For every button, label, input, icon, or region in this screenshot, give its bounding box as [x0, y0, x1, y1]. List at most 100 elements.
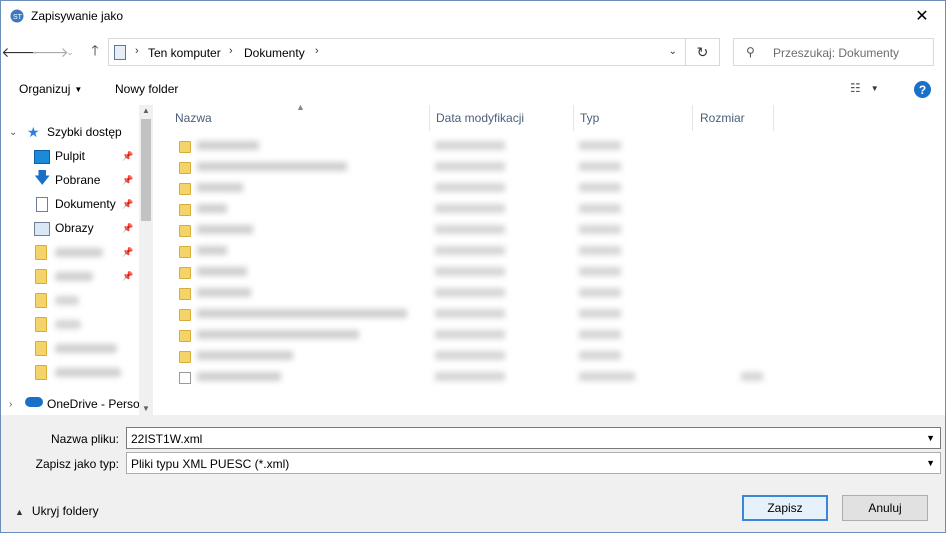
column-divider[interactable] — [573, 105, 574, 131]
list-item[interactable] — [175, 284, 775, 305]
list-item[interactable] — [175, 137, 775, 158]
nav-desktop[interactable]: Pulpit 📌 — [1, 145, 139, 167]
forward-button[interactable]: 🡒 — [31, 41, 69, 63]
breadcrumb-documents[interactable]: Dokumenty — [244, 46, 305, 60]
list-item[interactable] — [175, 221, 775, 242]
blurred-type — [579, 267, 621, 276]
column-divider[interactable] — [429, 105, 430, 131]
navigation-pane[interactable]: ⌄ ★ Szybki dostęp Pulpit 📌 🡇 Pobrane 📌 D… — [1, 105, 153, 415]
list-item[interactable] — [175, 347, 775, 368]
column-divider[interactable] — [692, 105, 693, 131]
chevron-right-icon[interactable]: › — [315, 45, 319, 57]
nav-folder[interactable]: 📌 — [1, 265, 139, 287]
blurred-name — [197, 183, 243, 192]
recent-locations-button[interactable]: ⌄ — [63, 41, 77, 63]
save-button[interactable]: Zapisz — [742, 495, 828, 521]
column-header-type[interactable]: Typ — [580, 105, 599, 131]
close-icon: ✕ — [915, 8, 929, 25]
folder-icon — [179, 141, 191, 153]
folder-icon — [179, 351, 191, 363]
address-bar[interactable]: › Ten komputer › Dokumenty › ⌄ — [108, 38, 686, 66]
nav-onedrive[interactable]: › OneDrive - Perso — [1, 393, 140, 415]
nav-folder[interactable] — [1, 337, 139, 359]
scroll-up-icon[interactable]: ▲ — [142, 106, 150, 115]
download-icon: 🡇 — [34, 170, 51, 187]
address-history-dropdown[interactable]: ⌄ — [669, 46, 677, 57]
column-header-date[interactable]: Data modyfikacji — [436, 105, 524, 131]
column-header-size[interactable]: Rozmiar — [700, 105, 745, 131]
blurred-name — [197, 351, 293, 360]
hide-folders-button[interactable]: ▲ Ukryj foldery — [15, 504, 99, 518]
blurred-date — [435, 246, 505, 255]
details-view-icon: ☷ — [850, 81, 861, 95]
blurred-label — [55, 320, 81, 329]
filename-input[interactable]: 22IST1W.xml ▼ — [126, 427, 941, 449]
list-item[interactable] — [175, 305, 775, 326]
filetype-value: Pliki typu XML PUESC (*.xml) — [131, 457, 290, 471]
cancel-button[interactable]: Anuluj — [842, 495, 928, 521]
scrollbar-thumb[interactable] — [141, 119, 151, 221]
blurred-type — [579, 246, 621, 255]
blurred-size — [741, 372, 763, 381]
save-as-dialog: ST Zapisywanie jako ✕ 🡐 🡒 ⌄ 🡑 › Ten komp… — [0, 0, 946, 533]
nav-documents[interactable]: Dokumenty 📌 — [1, 193, 139, 215]
list-item[interactable] — [175, 368, 775, 389]
organize-button[interactable]: Organizuj ▼ — [19, 82, 82, 96]
blurred-date — [435, 183, 505, 192]
breadcrumb-this-pc[interactable]: Ten komputer — [148, 46, 221, 60]
folder-icon — [35, 245, 47, 260]
view-options-button[interactable]: ☷ ▼ — [850, 81, 879, 95]
new-folder-label: Nowy folder — [115, 82, 179, 96]
help-button[interactable]: ? — [914, 81, 931, 98]
list-item[interactable] — [175, 263, 775, 284]
column-divider[interactable] — [773, 105, 774, 131]
folder-icon — [179, 162, 191, 174]
blurred-name — [197, 330, 359, 339]
help-icon: ? — [918, 82, 927, 97]
filetype-select[interactable]: Pliki typu XML PUESC (*.xml) ▼ — [126, 452, 941, 474]
nav-quick-access[interactable]: ⌄ ★ Szybki dostęp — [1, 121, 139, 143]
blurred-date — [435, 330, 505, 339]
nav-item-label: Pobrane — [55, 173, 101, 187]
close-button[interactable]: ✕ — [899, 1, 945, 31]
caret-down-icon[interactable]: ▼ — [926, 458, 935, 468]
blurred-type — [579, 330, 621, 339]
nav-pictures[interactable]: Obrazy 📌 — [1, 217, 139, 239]
back-button[interactable]: 🡐 — [1, 41, 39, 63]
chevron-right-icon[interactable]: › — [9, 399, 12, 410]
blurred-name — [197, 141, 259, 150]
list-item[interactable] — [175, 326, 775, 347]
organize-label: Organizuj — [19, 82, 71, 96]
blurred-type — [579, 162, 621, 171]
list-item[interactable] — [175, 242, 775, 263]
nav-item-label: Dokumenty — [55, 197, 116, 211]
nav-folder[interactable] — [1, 313, 139, 335]
blurred-date — [435, 309, 505, 318]
pictures-icon — [34, 222, 50, 236]
nav-folder[interactable] — [1, 289, 139, 311]
caret-down-icon[interactable]: ▼ — [926, 433, 935, 443]
filetype-label: Zapisz jako typ: — [35, 457, 119, 471]
list-item[interactable] — [175, 179, 775, 200]
title-bar: ST Zapisywanie jako ✕ — [1, 1, 945, 31]
refresh-button[interactable]: ↻ — [686, 38, 720, 66]
blurred-label — [55, 272, 93, 281]
new-folder-button[interactable]: Nowy folder — [115, 82, 178, 96]
column-header-name[interactable]: Nazwa — [175, 105, 212, 131]
folder-icon — [179, 204, 191, 216]
blurred-name — [197, 204, 227, 213]
up-button[interactable]: 🡑 — [84, 41, 106, 63]
nav-folder[interactable]: 📌 — [1, 241, 139, 263]
list-item[interactable] — [175, 158, 775, 179]
blurred-type — [579, 351, 621, 360]
search-box[interactable]: ⚲ Przeszukaj: Dokumenty — [733, 38, 934, 66]
nav-folder[interactable] — [1, 361, 139, 383]
scroll-down-icon[interactable]: ▼ — [142, 404, 150, 413]
chevron-down-icon[interactable]: ⌄ — [9, 127, 17, 138]
folder-icon — [179, 246, 191, 258]
file-list[interactable]: ▲ Nazwa Data modyfikacji Typ Rozmiar — [153, 102, 945, 415]
caret-up-icon: ▲ — [15, 507, 24, 517]
nav-scrollbar[interactable]: ▲ ▼ — [139, 105, 153, 415]
list-item[interactable] — [175, 200, 775, 221]
nav-downloads[interactable]: 🡇 Pobrane 📌 — [1, 169, 139, 191]
